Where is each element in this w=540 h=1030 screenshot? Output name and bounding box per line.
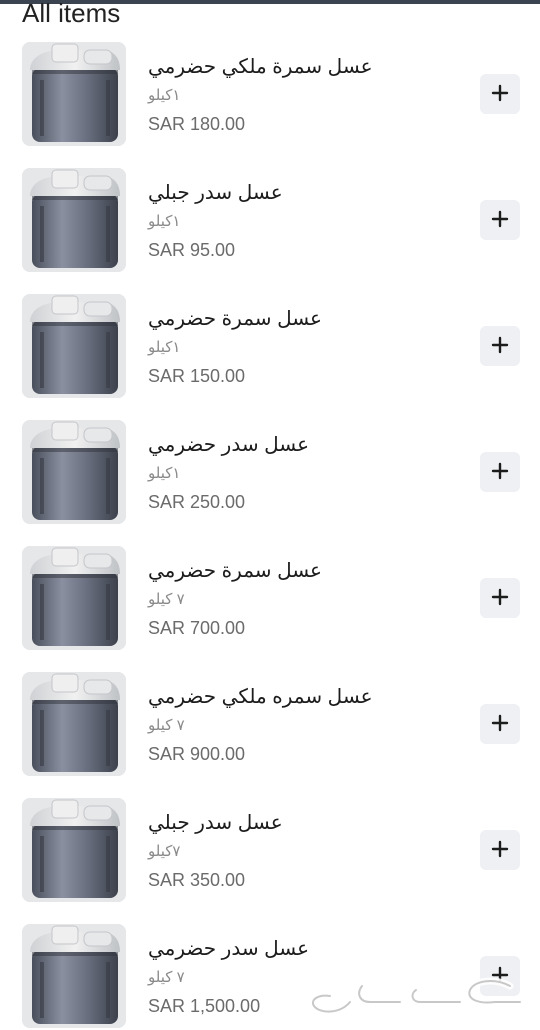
item-name: عسل سمرة حضرمي bbox=[148, 308, 322, 330]
item-unit: ١كيلو bbox=[148, 213, 181, 230]
product-image bbox=[22, 294, 126, 398]
item-unit: ١كيلو bbox=[148, 465, 181, 482]
item-unit: ٧ كيلو bbox=[148, 969, 185, 986]
section-title: All items bbox=[22, 0, 121, 28]
item-unit: ١كيلو bbox=[148, 87, 181, 104]
item-price: SAR 150.00 bbox=[148, 366, 246, 386]
plus-icon bbox=[491, 588, 509, 609]
item-name: عسل سدر جبلي bbox=[148, 812, 283, 834]
page: All items عسل سمرة ملكي حضرمي ١كيلو SAR … bbox=[0, 0, 540, 1030]
product-image bbox=[22, 798, 126, 902]
plus-icon bbox=[491, 840, 509, 861]
add-button[interactable] bbox=[480, 200, 520, 240]
product-image bbox=[22, 672, 126, 776]
item-name: عسل سمره ملكي حضرمي bbox=[148, 686, 373, 708]
item-name: عسل سدر جبلي bbox=[148, 182, 283, 204]
product-image bbox=[22, 42, 126, 146]
plus-icon bbox=[491, 714, 509, 735]
item-price: SAR 250.00 bbox=[148, 492, 246, 512]
list-item[interactable]: عسل سدر جبلي ١كيلو SAR 95.00 bbox=[0, 168, 540, 294]
item-name: عسل سمرة حضرمي bbox=[148, 560, 322, 582]
item-unit: ٧ كيلو bbox=[148, 717, 185, 734]
list-item[interactable]: عسل سمرة ملكي حضرمي ١كيلو SAR 180.00 bbox=[0, 42, 540, 168]
item-price: SAR 900.00 bbox=[148, 744, 246, 764]
product-image bbox=[22, 168, 126, 272]
item-price: SAR 350.00 bbox=[148, 870, 246, 890]
item-name: عسل سدر حضرمي bbox=[148, 938, 310, 960]
add-button[interactable] bbox=[480, 830, 520, 870]
item-price: SAR 700.00 bbox=[148, 618, 246, 638]
plus-icon bbox=[491, 210, 509, 231]
product-image bbox=[22, 420, 126, 524]
product-image bbox=[22, 924, 126, 1028]
list-item[interactable]: عسل سدر حضرمي ١كيلو SAR 250.00 bbox=[0, 420, 540, 546]
plus-icon bbox=[491, 84, 509, 105]
add-button[interactable] bbox=[480, 326, 520, 366]
haraj-watermark bbox=[300, 972, 530, 1022]
item-unit: ٧كيلو bbox=[148, 843, 181, 860]
item-list: عسل سمرة ملكي حضرمي ١كيلو SAR 180.00 عسل… bbox=[0, 42, 540, 1030]
list-item[interactable]: عسل سمره ملكي حضرمي ٧ كيلو SAR 900.00 bbox=[0, 672, 540, 798]
add-button[interactable] bbox=[480, 578, 520, 618]
list-item[interactable]: عسل سمرة حضرمي ١كيلو SAR 150.00 bbox=[0, 294, 540, 420]
item-price: SAR 1,500.00 bbox=[148, 996, 261, 1016]
list-item[interactable]: عسل سدر جبلي ٧كيلو SAR 350.00 bbox=[0, 798, 540, 924]
item-unit: ١كيلو bbox=[148, 339, 181, 356]
list-item[interactable]: عسل سمرة حضرمي ٧ كيلو SAR 700.00 bbox=[0, 546, 540, 672]
add-button[interactable] bbox=[480, 74, 520, 114]
item-unit: ٧ كيلو bbox=[148, 591, 185, 608]
watermark-logo bbox=[309, 977, 524, 1015]
add-button[interactable] bbox=[480, 452, 520, 492]
plus-icon bbox=[491, 336, 509, 357]
item-price: SAR 95.00 bbox=[148, 240, 236, 260]
item-price: SAR 180.00 bbox=[148, 114, 246, 134]
product-image bbox=[22, 546, 126, 650]
item-name: عسل سمرة ملكي حضرمي bbox=[148, 56, 373, 78]
item-name: عسل سدر حضرمي bbox=[148, 434, 310, 456]
add-button[interactable] bbox=[480, 704, 520, 744]
plus-icon bbox=[491, 462, 509, 483]
